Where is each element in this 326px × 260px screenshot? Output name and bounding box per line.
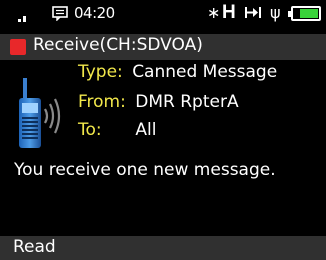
to-label: To:: [78, 120, 102, 140]
message-icon: [52, 6, 68, 21]
to-row: To: All: [78, 120, 156, 140]
power-level-indicator: H: [222, 2, 236, 23]
message-body: You receive one new message.: [14, 160, 276, 180]
from-label: From:: [78, 92, 126, 112]
softkey-bar: Read: [0, 236, 326, 260]
to-value: All: [135, 120, 157, 140]
bluetooth-icon: ∗: [207, 3, 221, 22]
radio-receive-icon: [19, 78, 61, 148]
type-value: Canned Message: [132, 62, 278, 82]
talkaround-icon: [245, 7, 261, 18]
type-row: Type: Canned Message: [78, 62, 277, 82]
from-value: DMR RpterA: [135, 92, 239, 112]
battery-icon: [288, 6, 321, 21]
type-label: Type:: [78, 62, 123, 82]
title-bar: Receive(CH:SDVOA): [0, 34, 326, 60]
status-time: 04:20: [74, 4, 115, 22]
screen-title: Receive(CH:SDVOA): [33, 35, 203, 55]
usb-icon: ψ: [270, 3, 281, 22]
receive-indicator: [10, 39, 26, 55]
from-row: From: DMR RpterA: [78, 92, 239, 112]
signal-bars-icon: [18, 14, 30, 22]
battery-level: [299, 9, 318, 18]
read-softkey[interactable]: Read: [13, 237, 56, 257]
status-bar: 04:20 ∗ H ψ: [0, 0, 326, 30]
